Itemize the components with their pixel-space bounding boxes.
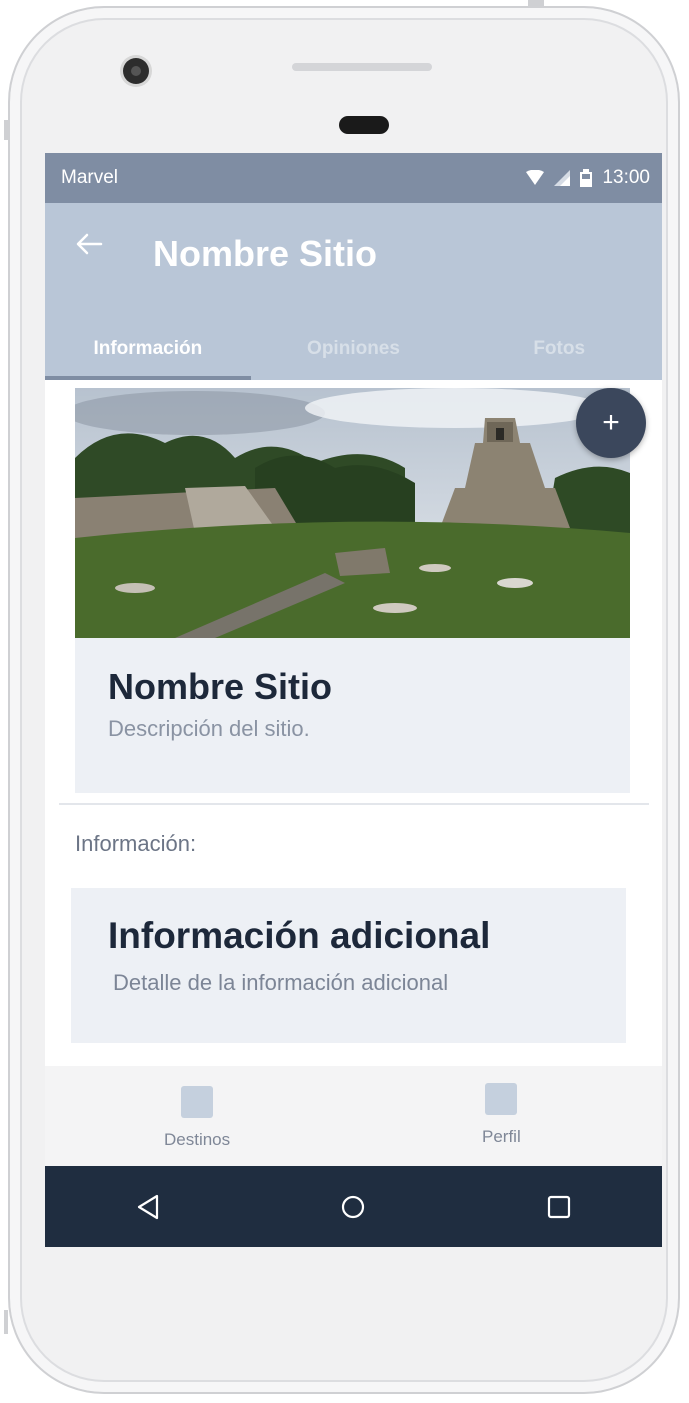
site-description: Descripción del sitio. xyxy=(108,716,310,741)
divider xyxy=(59,803,649,805)
info-section-label: Información: xyxy=(75,831,197,856)
carrier-label: Marvel xyxy=(61,167,119,188)
side-button xyxy=(4,1310,8,1334)
square-recents-icon xyxy=(548,1195,571,1218)
signal-icon xyxy=(554,170,571,186)
triangle-back-icon xyxy=(137,1194,158,1219)
tab-bar: Información Opiniones Fotos xyxy=(45,318,662,380)
speaker-grille xyxy=(292,63,432,71)
side-button xyxy=(4,120,8,140)
tab-fotos[interactable]: Fotos xyxy=(456,318,662,380)
site-photo xyxy=(75,388,630,638)
system-recents-button[interactable] xyxy=(529,1177,589,1237)
tab-informacion[interactable]: Información xyxy=(45,318,251,380)
additional-info-title: Información adicional xyxy=(108,915,491,956)
add-button[interactable]: + xyxy=(576,388,646,458)
nav-label-perfil: Perfil xyxy=(482,1127,521,1146)
system-back-button[interactable] xyxy=(118,1177,178,1237)
earpiece xyxy=(339,116,389,134)
system-home-button[interactable] xyxy=(323,1177,383,1237)
screen: Marvel 13:00 Nombre Sitio Información Op… xyxy=(45,153,662,1247)
perfil-icon xyxy=(485,1083,518,1115)
nav-label-destinos: Destinos xyxy=(164,1130,231,1149)
additional-info-card: Información adicional Detalle de la info… xyxy=(71,888,626,1043)
nav-item-perfil[interactable]: Perfil xyxy=(482,1083,521,1147)
wifi-icon xyxy=(526,170,545,185)
additional-info-detail: Detalle de la información adicional xyxy=(113,970,449,995)
status-icons: 13:00 xyxy=(526,167,650,189)
page-title: Nombre Sitio xyxy=(153,233,378,274)
front-camera xyxy=(123,58,149,84)
top-button xyxy=(528,0,544,6)
clock: 13:00 xyxy=(602,167,650,188)
tab-opiniones[interactable]: Opiniones xyxy=(251,318,457,380)
bottom-navigation: Destinos Perfil xyxy=(45,1066,662,1166)
nav-item-destinos[interactable]: Destinos xyxy=(164,1086,230,1150)
battery-icon xyxy=(580,169,593,187)
site-title: Nombre Sitio xyxy=(108,666,333,707)
system-navigation-bar xyxy=(45,1166,662,1247)
back-button[interactable] xyxy=(75,227,103,264)
status-bar: Marvel 13:00 xyxy=(45,153,662,203)
destinos-icon xyxy=(181,1086,214,1118)
arrow-left-icon xyxy=(76,233,103,255)
site-card: Nombre Sitio Descripción del sitio. xyxy=(75,638,630,793)
circle-home-icon xyxy=(342,1195,365,1218)
app-bar: Nombre Sitio Información Opiniones Fotos xyxy=(45,203,662,380)
